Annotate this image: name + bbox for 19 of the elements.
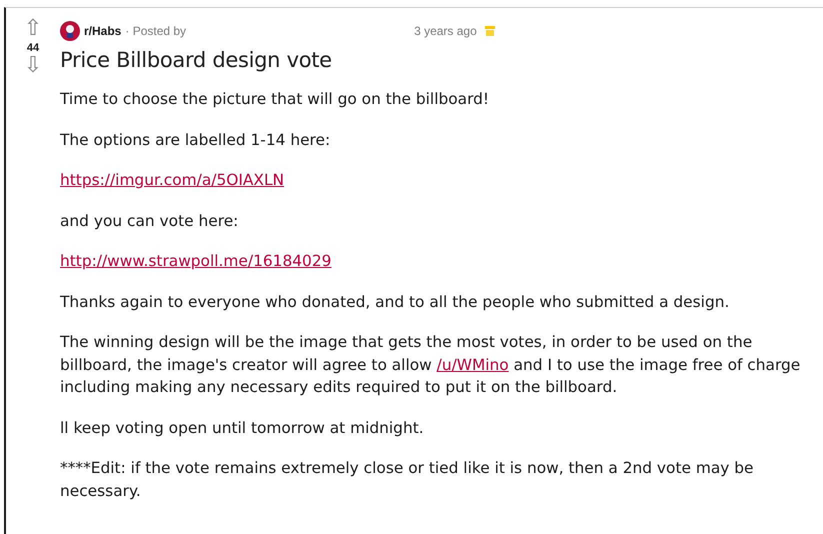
post-paragraph: Thanks again to everyone who donated, and to all the people who submitted a design. [60, 292, 730, 312]
post-title: Price Billboard design vote [60, 48, 333, 72]
post-link[interactable]: http://www.strawpoll.me/16184029 [60, 252, 332, 270]
downvote-button[interactable]: ⇩ [24, 55, 42, 77]
post-paragraph: The winning design will be the image that gets the most votes, in order to be used on the billboard, the image's creator will agree to allow /u/WMino and I to use the image free of charge including making any necessary edits required to put it on the billboard. [60, 332, 802, 398]
subreddit-link[interactable]: r/Habs [84, 24, 122, 38]
post-link[interactable]: /u/WMino [436, 356, 509, 374]
post-paragraph: Time to choose the picture that will go on the billboard! [60, 89, 490, 110]
post-paragraph: and you can vote here: [60, 210, 240, 232]
post-time: 3 years ago [414, 24, 477, 38]
upvote-button[interactable]: ⇧ [24, 18, 42, 40]
post-paragraph: ****Edit: if the vote remains extremely close or tied like it is now, then a 2nd vote may be necessary. [60, 458, 755, 502]
posted-by-label: · Posted by [125, 24, 186, 38]
archive-icon [484, 26, 495, 36]
post-paragraph: The options are labelled 1-14 here: [60, 130, 332, 150]
post-paragraph: ll keep voting open until tomorrow at midnight. [60, 418, 425, 438]
vote-count: 44 [26, 42, 40, 54]
subreddit-avatar-icon[interactable] [60, 21, 80, 41]
post-link[interactable]: https://imgur.com/a/5OIAXLN [60, 171, 284, 189]
